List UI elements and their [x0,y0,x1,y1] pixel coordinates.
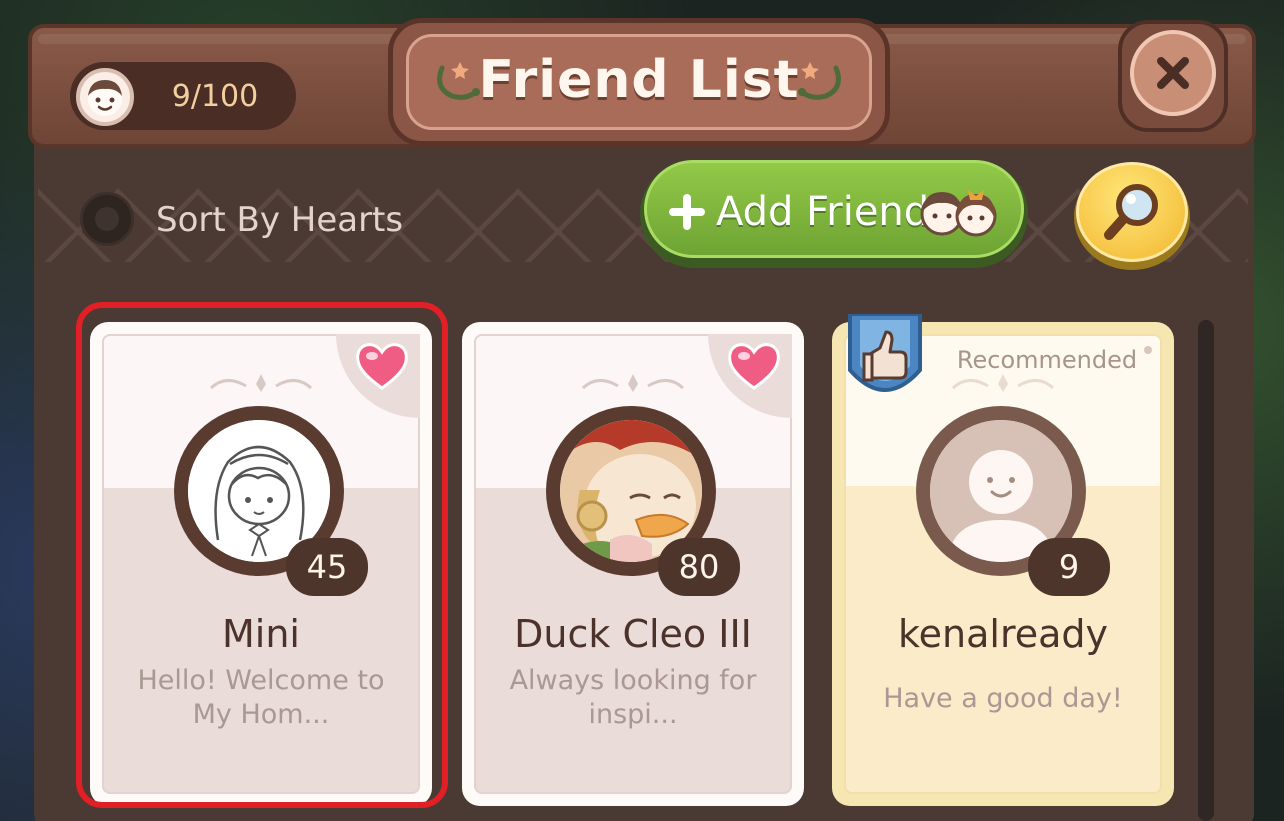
selection-highlight [76,302,448,808]
scrollbar[interactable] [1198,320,1214,821]
friend-message: Have a good day! [883,683,1123,714]
friend-name: Duck Cleo III [514,612,752,656]
flourish-icon [581,374,685,392]
thumbs-up-icon [848,314,922,392]
friend-message: Always looking for inspi... [509,665,757,730]
sort-by-hearts-radio[interactable] [80,192,134,246]
friend-card-kenalready[interactable]: Recommended 9 kenalready Have a good day… [832,314,1174,806]
friend-name: kenalready [897,612,1109,656]
friend-count: 9/100 [171,79,259,114]
heart-icon[interactable] [726,340,782,392]
flourish-icon [951,374,1055,392]
friend-card-duck-cleo-iii[interactable]: 80 Duck Cleo III Always looking for insp… [462,322,804,806]
plus-icon [669,194,705,230]
add-friend-label[interactable]: Add Friend [716,184,929,240]
search-button[interactable] [1076,162,1188,262]
sort-by-hearts-label[interactable]: Sort By Hearts [156,196,403,244]
couple-icon [920,190,997,237]
close-icon[interactable] [1130,30,1216,116]
friend-face-icon [76,68,134,126]
magnifier-icon [1104,184,1158,240]
level-badge: 9 [1028,538,1110,596]
page-title: Friend List [478,50,800,110]
level-badge: 80 [658,538,740,596]
